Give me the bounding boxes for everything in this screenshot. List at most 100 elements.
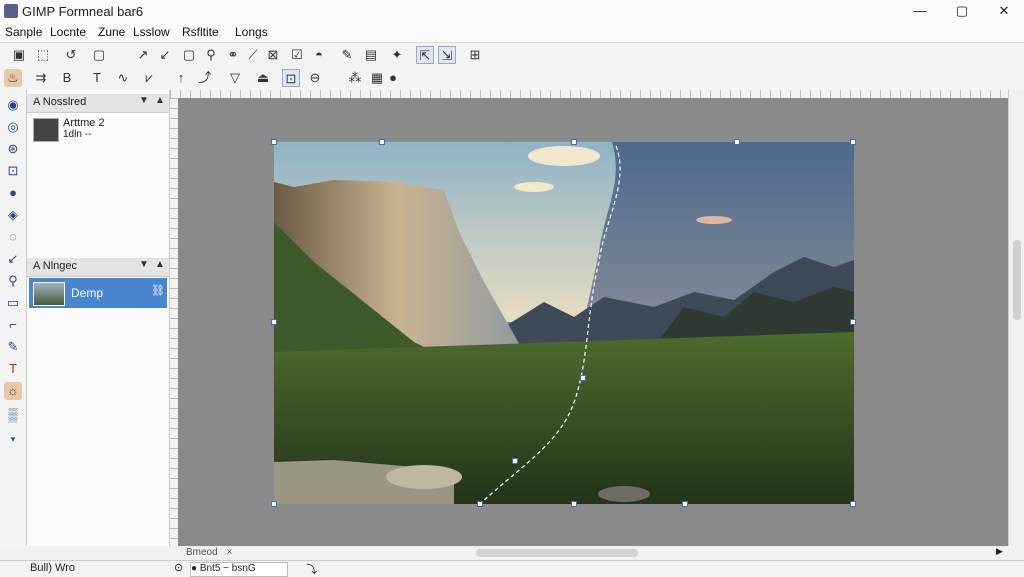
chart-icon[interactable]: ☑ (288, 46, 306, 64)
chevron-up-icon[interactable]: ▲ (155, 95, 165, 106)
align-icon[interactable]: ⇉ (32, 69, 50, 87)
rect-icon[interactable]: ⊡ (4, 162, 22, 180)
color-icon[interactable]: ◈ (4, 206, 22, 224)
move-icon[interactable]: ⇱ (416, 46, 434, 64)
horizontal-scrollbar[interactable]: Bmeod × ▶ (170, 546, 1008, 560)
path-icon[interactable]: ⟋ (244, 46, 262, 64)
lasso-icon[interactable]: ◌ (4, 228, 22, 246)
color-icon[interactable]: ☼ (4, 382, 22, 400)
path-icon[interactable]: ▽ (226, 69, 244, 87)
path-icon[interactable]: ↙ (156, 46, 174, 64)
chart-icon[interactable]: ⩗ (140, 69, 158, 87)
new-icon[interactable]: ▣ (10, 46, 28, 64)
move-icon[interactable]: ⇲ (438, 46, 456, 64)
canvas-tab[interactable]: Bmeod × (174, 547, 244, 559)
transform-handle[interactable] (850, 139, 856, 145)
layer-item[interactable]: Arttme 2 1dln -- (31, 116, 165, 142)
channel-name: Demp (71, 286, 104, 300)
status-icon[interactable]: ⊙ (174, 561, 183, 574)
zoom-icon[interactable]: ◉ (4, 96, 22, 114)
rect-icon[interactable]: ▢ (180, 46, 198, 64)
close-icon[interactable]: × (226, 547, 232, 558)
chevron-down-icon[interactable]: ▼ (139, 95, 149, 106)
chevron-down-icon[interactable]: ▼ (139, 259, 149, 270)
toolbox: ◉ ◎ ⊛ ⊡ ● ◈ ◌ ↙ ⚲ ▭ ⌐ ✎ T ☼ ▒ ▾ (0, 90, 27, 546)
transform-handle[interactable] (571, 501, 577, 507)
chevron-down-icon[interactable]: ▾ (4, 430, 22, 448)
transform-handle[interactable] (682, 501, 688, 507)
rect-icon[interactable]: ▢ (90, 46, 108, 64)
eraser-icon[interactable]: ▤ (362, 46, 380, 64)
status-field[interactable]: ● Bnt5 − bsnG (190, 562, 288, 577)
transform-handle[interactable] (850, 501, 856, 507)
toolbar-top: ▣ ⬚ ↺ ▢ ↗ ↙ ▢ ⚲ ⚭ ⟋ ⊠ ☑ ◓ ✎ ▤ ✦ ⇱ ⇲ ⊞ (0, 43, 1024, 67)
transform-handle[interactable] (734, 139, 740, 145)
fuzzy-icon[interactable]: ⊛ (4, 140, 22, 158)
transform-handle[interactable] (271, 501, 277, 507)
brush-icon[interactable]: ♨ (4, 69, 22, 87)
transform-handle[interactable] (271, 139, 277, 145)
select-icon[interactable]: ⬚ (34, 46, 52, 64)
menu-item[interactable]: Sanple (5, 25, 42, 39)
lasso-icon[interactable]: ↺ (62, 46, 80, 64)
scroll-thumb[interactable] (476, 549, 638, 557)
landscape-image[interactable] (274, 142, 854, 504)
zoom-icon[interactable]: ◎ (4, 118, 22, 136)
menu-bar: Sanple Locnte Zune Lsslow Rsfltite Longs (0, 22, 1024, 43)
menu-item[interactable]: Locnte (50, 25, 86, 39)
vertical-scrollbar[interactable] (1008, 90, 1024, 546)
color-icon[interactable]: ◓ (310, 46, 328, 64)
select-icon[interactable]: ● (4, 184, 22, 202)
color-icon[interactable]: ● (384, 69, 402, 87)
rect-icon[interactable]: ⊖ (306, 69, 324, 87)
close-button[interactable]: ✕ (989, 2, 1019, 20)
grid-icon[interactable]: ▒ (4, 406, 22, 424)
transform-handle[interactable] (477, 501, 483, 507)
transform-handle[interactable] (271, 319, 277, 325)
path-anchor[interactable] (512, 458, 518, 464)
path-icon[interactable]: ∿ (114, 69, 132, 87)
menu-item[interactable]: Longs (235, 25, 268, 39)
text-icon[interactable]: T (4, 360, 22, 378)
chain-icon[interactable]: ⛓ (151, 284, 165, 297)
move-icon[interactable]: ⤵ (306, 561, 317, 577)
transform-handle[interactable] (850, 319, 856, 325)
color-icon[interactable]: ✦ (388, 46, 406, 64)
channel-item[interactable]: Demp ⛓ (29, 278, 167, 308)
path-icon[interactable]: ⤴ (196, 69, 214, 87)
path-icon[interactable]: ⏏ (254, 69, 272, 87)
brush-icon[interactable]: ✎ (338, 46, 356, 64)
path-icon[interactable]: ↗ (134, 46, 152, 64)
scroll-thumb[interactable] (1013, 240, 1021, 320)
grid-icon[interactable]: ⊞ (466, 46, 484, 64)
menu-item[interactable]: Rsfltite (182, 25, 219, 39)
text-icon[interactable]: B (58, 69, 76, 87)
path-icon[interactable]: ↙ (4, 250, 22, 268)
fuzzy-icon[interactable]: ⚭ (224, 46, 242, 64)
brush-icon[interactable]: ✎ (4, 338, 22, 356)
chevron-up-icon[interactable]: ▲ (155, 259, 165, 270)
menu-item[interactable]: Lsslow (133, 25, 170, 39)
transform-handle[interactable] (379, 139, 385, 145)
text-icon[interactable]: T (88, 69, 106, 87)
rect-icon[interactable]: ▭ (4, 294, 22, 312)
toolbar-tool-options: ♨ ⇉ B T ∿ ⩗ ↑ ⤴ ▽ ⏏ ⊡ ⊖ ⁂ ▦ ● (0, 66, 1024, 90)
select-icon[interactable]: ⊡ (282, 69, 300, 87)
transform-handle[interactable] (571, 139, 577, 145)
fuzzy-icon[interactable]: ⚲ (202, 46, 220, 64)
minimize-button[interactable]: — (905, 2, 935, 20)
scroll-right-icon[interactable]: ▶ (996, 546, 1003, 557)
menu-item[interactable]: Zune (98, 25, 125, 39)
color-icon[interactable]: ⁂ (346, 69, 364, 87)
channels-panel-title: A Nlngec (33, 260, 78, 272)
window-title: GIMP Formneal bar6 (22, 4, 144, 19)
move-icon[interactable]: ↑ (172, 69, 190, 87)
zoom-icon[interactable]: ⚲ (4, 272, 22, 290)
path-anchor[interactable] (580, 375, 586, 381)
dock-panel: A Nosslred ▼ ▲ Arttme 2 1dln -- A Nlngec… (27, 90, 170, 546)
path-icon[interactable]: ⌐ (4, 316, 22, 334)
title-bar: GIMP Formneal bar6 — ▢ ✕ (0, 0, 1024, 22)
status-text: Bull) Wro (30, 562, 76, 574)
maximize-button[interactable]: ▢ (947, 2, 977, 20)
crop-icon[interactable]: ⊠ (264, 46, 282, 64)
